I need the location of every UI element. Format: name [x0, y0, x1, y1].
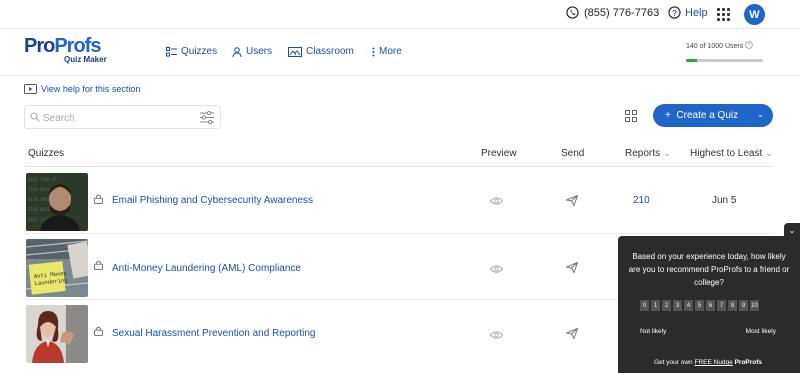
column-preview: Preview [481, 148, 517, 159]
free-nudge-link[interactable]: FREE Nudge [694, 359, 732, 366]
nps-option[interactable]: 7 [717, 300, 726, 311]
filter-sliders-icon[interactable] [200, 111, 214, 124]
lock-icon [94, 260, 103, 270]
send-icon[interactable] [566, 195, 578, 206]
lock-icon [94, 194, 103, 204]
row-date: Jun 5 [712, 195, 737, 206]
help-link[interactable]: ? Help [668, 6, 708, 19]
chevron-down-icon[interactable]: ⌄ [757, 110, 764, 119]
search-input[interactable]: Search [24, 105, 221, 129]
classroom-icon [288, 46, 302, 57]
nudge-question: Based on your experience today, how like… [628, 252, 790, 287]
user-icon [232, 46, 242, 57]
nps-option[interactable]: 6 [706, 300, 715, 311]
eye-icon[interactable] [490, 197, 503, 205]
nav-quizzes-label: Quizzes [181, 46, 218, 57]
grid-view-icon[interactable] [625, 110, 637, 122]
usage-total: 1000 Users [707, 43, 744, 50]
video-icon [24, 84, 37, 94]
nps-option[interactable]: 8 [728, 300, 737, 311]
quiz-title[interactable]: Sexual Harassment Prevention and Reporti… [112, 328, 315, 339]
column-sort-highest[interactable]: Highest to Least ⌄ [690, 148, 773, 159]
quiz-thumbnail [26, 305, 88, 363]
view-help-link[interactable]: View help for this section [24, 84, 140, 94]
nav-classroom-label: Classroom [306, 46, 354, 57]
search-icon [30, 112, 40, 122]
usage-used: 140 [686, 43, 698, 50]
column-send: Send [561, 148, 585, 159]
nps-option[interactable]: 5 [695, 300, 704, 311]
nps-option[interactable]: 10 [750, 300, 759, 311]
quiz-thumbnail: Anti Money Laundering [26, 239, 88, 297]
logo-brand-b: Profs [54, 35, 101, 57]
eye-icon[interactable] [490, 265, 503, 273]
usage-of: of [699, 43, 706, 50]
kebab-icon [372, 47, 375, 56]
lock-icon [94, 326, 103, 336]
logo-subtitle: Quiz Maker [64, 55, 107, 64]
nudge-survey-popup: Based on your experience today, how like… [618, 236, 800, 373]
column-reports[interactable]: Reports ⌄ [625, 148, 671, 159]
quiz-list-icon [166, 46, 177, 56]
nav-quizzes[interactable]: Quizzes [166, 46, 217, 57]
quiz-thumbnail: 0101 1100 01 1010 0111 10 0110 1001 11 1100… [26, 173, 88, 231]
logo-brand-a: Pro [24, 35, 55, 57]
nav-more[interactable]: More [372, 46, 402, 57]
svg-text:?: ? [748, 43, 751, 49]
create-quiz-button[interactable]: + Create a Quiz ⌄ [653, 104, 773, 127]
nps-option[interactable]: 1 [651, 300, 660, 311]
nps-option[interactable]: 0 [640, 300, 649, 311]
header-divider [24, 166, 774, 167]
main-nav: ProProfs Quiz Maker Quizzes Users Classr… [0, 29, 800, 76]
phone-number: (855) 776-7763 [584, 6, 660, 19]
nps-option[interactable]: 4 [684, 300, 693, 311]
nps-option[interactable]: 3 [673, 300, 682, 311]
column-quizzes: Quizzes [28, 148, 65, 159]
nudge-footer: Get your own FREE Nudge ProProfs [654, 359, 762, 366]
quiz-title[interactable]: Email Phishing and Cybersecurity Awarene… [112, 195, 313, 206]
nudge-collapse-button[interactable]: ⌄ [784, 223, 800, 237]
phone-link[interactable]: (855) 776-7763 [566, 6, 659, 19]
nps-scale: 0 1 2 3 4 5 6 7 8 9 10 [640, 300, 759, 311]
nudge-brand: ProProfs [734, 359, 763, 366]
top-bar: (855) 776-7763 ? Help W [0, 0, 800, 29]
user-usage: 140 of 1000 Users ? [686, 41, 753, 50]
quiz-title[interactable]: Anti-Money Laundering (AML) Compliance [112, 263, 301, 274]
nav-more-label: More [379, 46, 402, 57]
apps-grid-icon[interactable] [717, 8, 730, 21]
send-icon[interactable] [566, 262, 578, 273]
svg-text:0101 1100 01: 0101 1100 01 [28, 177, 57, 182]
send-icon[interactable] [566, 328, 578, 339]
svg-text:?: ? [672, 8, 677, 18]
nudge-footer-text: Get your own [654, 359, 693, 366]
usage-progress-fill [686, 59, 697, 62]
eye-icon[interactable] [490, 331, 503, 339]
nps-option[interactable]: 9 [739, 300, 748, 311]
user-avatar[interactable]: W [744, 4, 765, 25]
info-icon[interactable]: ? [745, 41, 753, 49]
reports-count[interactable]: 210 [633, 195, 650, 206]
nav-users[interactable]: Users [232, 46, 272, 57]
nav-users-label: Users [246, 46, 273, 57]
view-help-label: View help for this section [41, 84, 141, 94]
most-likely-label: Most likely [745, 328, 776, 335]
create-quiz-label: + Create a Quiz [665, 110, 739, 121]
phone-icon [566, 6, 579, 19]
proprofs-logo[interactable]: ProProfs Quiz Maker [24, 35, 107, 64]
table-row[interactable]: 0101 1100 01 1010 0111 10 0110 1001 11 1100… [24, 168, 774, 234]
help-label: Help [685, 6, 708, 19]
search-placeholder: Search [43, 113, 75, 124]
nps-option[interactable]: 2 [662, 300, 671, 311]
usage-progress-bar [686, 59, 763, 62]
nav-classroom[interactable]: Classroom [288, 46, 354, 57]
help-icon: ? [668, 6, 681, 19]
not-likely-label: Not likely [640, 328, 667, 335]
